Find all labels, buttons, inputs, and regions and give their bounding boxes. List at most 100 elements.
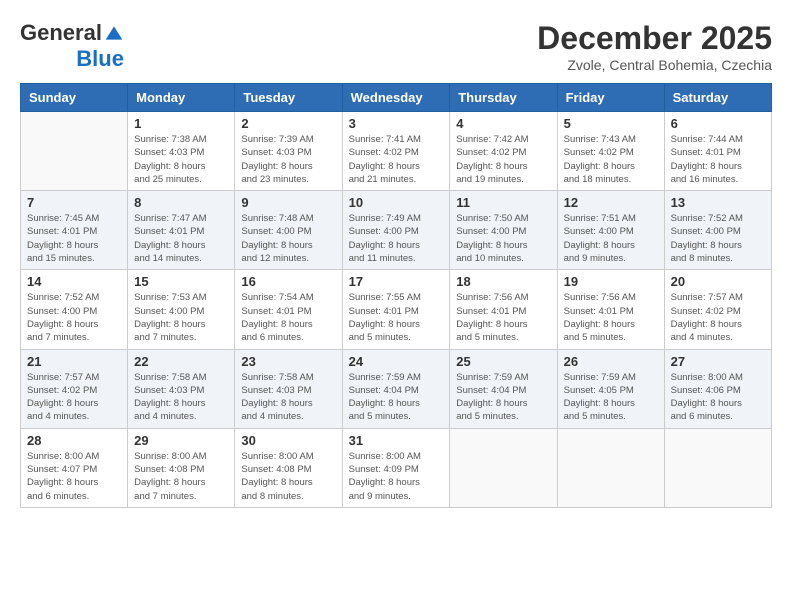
day-number: 10 bbox=[349, 195, 444, 210]
day-info: Sunrise: 8:00 AM Sunset: 4:06 PM Dayligh… bbox=[671, 371, 765, 424]
day-info: Sunrise: 7:55 AM Sunset: 4:01 PM Dayligh… bbox=[349, 291, 444, 344]
calendar-cell: 26 Sunrise: 7:59 AM Sunset: 4:05 PM Dayli… bbox=[557, 349, 664, 428]
logo: General Blue bbox=[20, 20, 124, 73]
calendar-cell bbox=[664, 428, 771, 507]
day-number: 2 bbox=[241, 116, 335, 131]
calendar-cell: 10Sunrise: 7:49 AM Sunset: 4:00 PM Dayli… bbox=[342, 191, 450, 270]
day-info: Sunrise: 7:56 AM Sunset: 4:01 PM Dayligh… bbox=[564, 291, 658, 344]
calendar-cell bbox=[557, 428, 664, 507]
day-number: 7 bbox=[27, 195, 121, 210]
calendar-cell: 3Sunrise: 7:41 AM Sunset: 4:02 PM Daylig… bbox=[342, 112, 450, 191]
day-info: Sunrise: 7:59 AM Sunset: 4:05 PM Dayligh… bbox=[564, 371, 658, 424]
calendar-cell: 8 Sunrise: 7:47 AM Sunset: 4:01 PM Daylig… bbox=[128, 191, 235, 270]
calendar-cell: 5Sunrise: 7:43 AM Sunset: 4:02 PM Daylig… bbox=[557, 112, 664, 191]
day-number: 11 bbox=[456, 195, 550, 210]
day-info: Sunrise: 8:00 AM Sunset: 4:07 PM Dayligh… bbox=[27, 450, 121, 503]
calendar-cell: 15 Sunrise: 7:53 AM Sunset: 4:00 PM Dayli… bbox=[128, 270, 235, 349]
day-info: Sunrise: 7:39 AM Sunset: 4:03 PM Dayligh… bbox=[241, 133, 335, 186]
calendar-cell: 4Sunrise: 7:42 AM Sunset: 4:02 PM Daylig… bbox=[450, 112, 557, 191]
day-info: Sunrise: 7:52 AM Sunset: 4:00 PM Dayligh… bbox=[27, 291, 121, 344]
weekday-header-row: SundayMondayTuesdayWednesdayThursdayFrid… bbox=[21, 84, 772, 112]
logo-blue: Blue bbox=[76, 46, 124, 72]
calendar-cell: 11 Sunrise: 7:50 AM Sunset: 4:00 PM Dayli… bbox=[450, 191, 557, 270]
day-info: Sunrise: 7:58 AM Sunset: 4:03 PM Dayligh… bbox=[134, 371, 228, 424]
day-info: Sunrise: 7:52 AM Sunset: 4:00 PM Dayligh… bbox=[671, 212, 765, 265]
calendar-cell: 21 Sunrise: 7:57 AM Sunset: 4:02 PM Dayli… bbox=[21, 349, 128, 428]
day-info: Sunrise: 7:59 AM Sunset: 4:04 PM Dayligh… bbox=[456, 371, 550, 424]
calendar-cell: 29Sunrise: 8:00 AM Sunset: 4:08 PM Dayli… bbox=[128, 428, 235, 507]
day-info: Sunrise: 7:53 AM Sunset: 4:00 PM Dayligh… bbox=[134, 291, 228, 344]
calendar-cell bbox=[21, 112, 128, 191]
month-title: December 2025 bbox=[537, 20, 772, 57]
calendar-table: SundayMondayTuesdayWednesdayThursdayFrid… bbox=[20, 83, 772, 508]
calendar-week-row: 28Sunrise: 8:00 AM Sunset: 4:07 PM Dayli… bbox=[21, 428, 772, 507]
calendar-week-row: 1 Sunrise: 7:38 AM Sunset: 4:03 PM Daylig… bbox=[21, 112, 772, 191]
weekday-header: Saturday bbox=[664, 84, 771, 112]
day-info: Sunrise: 7:45 AM Sunset: 4:01 PM Dayligh… bbox=[27, 212, 121, 265]
calendar-cell: 2 Sunrise: 7:39 AM Sunset: 4:03 PM Daylig… bbox=[235, 112, 342, 191]
day-info: Sunrise: 7:47 AM Sunset: 4:01 PM Dayligh… bbox=[134, 212, 228, 265]
day-number: 19 bbox=[564, 274, 658, 289]
day-number: 17 bbox=[349, 274, 444, 289]
calendar-cell: 27 Sunrise: 8:00 AM Sunset: 4:06 PM Dayli… bbox=[664, 349, 771, 428]
day-number: 27 bbox=[671, 354, 765, 369]
calendar-cell: 9Sunrise: 7:48 AM Sunset: 4:00 PM Daylig… bbox=[235, 191, 342, 270]
day-number: 26 bbox=[564, 354, 658, 369]
day-info: Sunrise: 7:43 AM Sunset: 4:02 PM Dayligh… bbox=[564, 133, 658, 186]
calendar-cell: 1 Sunrise: 7:38 AM Sunset: 4:03 PM Daylig… bbox=[128, 112, 235, 191]
day-info: Sunrise: 8:00 AM Sunset: 4:09 PM Dayligh… bbox=[349, 450, 444, 503]
day-number: 8 bbox=[134, 195, 228, 210]
calendar-cell: 30 Sunrise: 8:00 AM Sunset: 4:08 PM Dayli… bbox=[235, 428, 342, 507]
calendar-cell: 17 Sunrise: 7:55 AM Sunset: 4:01 PM Dayli… bbox=[342, 270, 450, 349]
day-number: 1 bbox=[134, 116, 228, 131]
weekday-header: Thursday bbox=[450, 84, 557, 112]
day-number: 15 bbox=[134, 274, 228, 289]
location: Zvole, Central Bohemia, Czechia bbox=[537, 57, 772, 73]
day-info: Sunrise: 7:56 AM Sunset: 4:01 PM Dayligh… bbox=[456, 291, 550, 344]
day-number: 9 bbox=[241, 195, 335, 210]
day-number: 29 bbox=[134, 433, 228, 448]
logo-icon bbox=[104, 23, 124, 43]
day-number: 30 bbox=[241, 433, 335, 448]
calendar-cell: 20 Sunrise: 7:57 AM Sunset: 4:02 PM Dayli… bbox=[664, 270, 771, 349]
calendar-cell bbox=[450, 428, 557, 507]
page-header: General Blue December 2025 Zvole, Centra… bbox=[20, 20, 772, 73]
weekday-header: Monday bbox=[128, 84, 235, 112]
day-number: 25 bbox=[456, 354, 550, 369]
calendar-cell: 12Sunrise: 7:51 AM Sunset: 4:00 PM Dayli… bbox=[557, 191, 664, 270]
calendar-week-row: 21 Sunrise: 7:57 AM Sunset: 4:02 PM Dayli… bbox=[21, 349, 772, 428]
day-number: 20 bbox=[671, 274, 765, 289]
calendar-cell: 28Sunrise: 8:00 AM Sunset: 4:07 PM Dayli… bbox=[21, 428, 128, 507]
day-number: 3 bbox=[349, 116, 444, 131]
day-info: Sunrise: 7:51 AM Sunset: 4:00 PM Dayligh… bbox=[564, 212, 658, 265]
calendar-cell: 25 Sunrise: 7:59 AM Sunset: 4:04 PM Dayli… bbox=[450, 349, 557, 428]
calendar-cell: 24Sunrise: 7:59 AM Sunset: 4:04 PM Dayli… bbox=[342, 349, 450, 428]
calendar-cell: 16Sunrise: 7:54 AM Sunset: 4:01 PM Dayli… bbox=[235, 270, 342, 349]
day-info: Sunrise: 7:42 AM Sunset: 4:02 PM Dayligh… bbox=[456, 133, 550, 186]
title-section: December 2025 Zvole, Central Bohemia, Cz… bbox=[537, 20, 772, 73]
day-number: 21 bbox=[27, 354, 121, 369]
day-number: 23 bbox=[241, 354, 335, 369]
calendar-cell: 18 Sunrise: 7:56 AM Sunset: 4:01 PM Dayli… bbox=[450, 270, 557, 349]
day-info: Sunrise: 7:44 AM Sunset: 4:01 PM Dayligh… bbox=[671, 133, 765, 186]
calendar-week-row: 14Sunrise: 7:52 AM Sunset: 4:00 PM Dayli… bbox=[21, 270, 772, 349]
day-info: Sunrise: 7:54 AM Sunset: 4:01 PM Dayligh… bbox=[241, 291, 335, 344]
calendar-week-row: 7 Sunrise: 7:45 AM Sunset: 4:01 PM Daylig… bbox=[21, 191, 772, 270]
day-info: Sunrise: 8:00 AM Sunset: 4:08 PM Dayligh… bbox=[241, 450, 335, 503]
day-info: Sunrise: 7:59 AM Sunset: 4:04 PM Dayligh… bbox=[349, 371, 444, 424]
day-info: Sunrise: 7:57 AM Sunset: 4:02 PM Dayligh… bbox=[671, 291, 765, 344]
weekday-header: Wednesday bbox=[342, 84, 450, 112]
day-number: 18 bbox=[456, 274, 550, 289]
day-number: 6 bbox=[671, 116, 765, 131]
calendar-cell: 23Sunrise: 7:58 AM Sunset: 4:03 PM Dayli… bbox=[235, 349, 342, 428]
day-number: 22 bbox=[134, 354, 228, 369]
day-info: Sunrise: 7:57 AM Sunset: 4:02 PM Dayligh… bbox=[27, 371, 121, 424]
calendar-cell: 13 Sunrise: 7:52 AM Sunset: 4:00 PM Dayli… bbox=[664, 191, 771, 270]
day-number: 31 bbox=[349, 433, 444, 448]
calendar-cell: 7 Sunrise: 7:45 AM Sunset: 4:01 PM Daylig… bbox=[21, 191, 128, 270]
calendar-cell: 22 Sunrise: 7:58 AM Sunset: 4:03 PM Dayli… bbox=[128, 349, 235, 428]
day-info: Sunrise: 7:50 AM Sunset: 4:00 PM Dayligh… bbox=[456, 212, 550, 265]
day-info: Sunrise: 7:38 AM Sunset: 4:03 PM Dayligh… bbox=[134, 133, 228, 186]
logo-general: General bbox=[20, 20, 102, 46]
day-number: 13 bbox=[671, 195, 765, 210]
